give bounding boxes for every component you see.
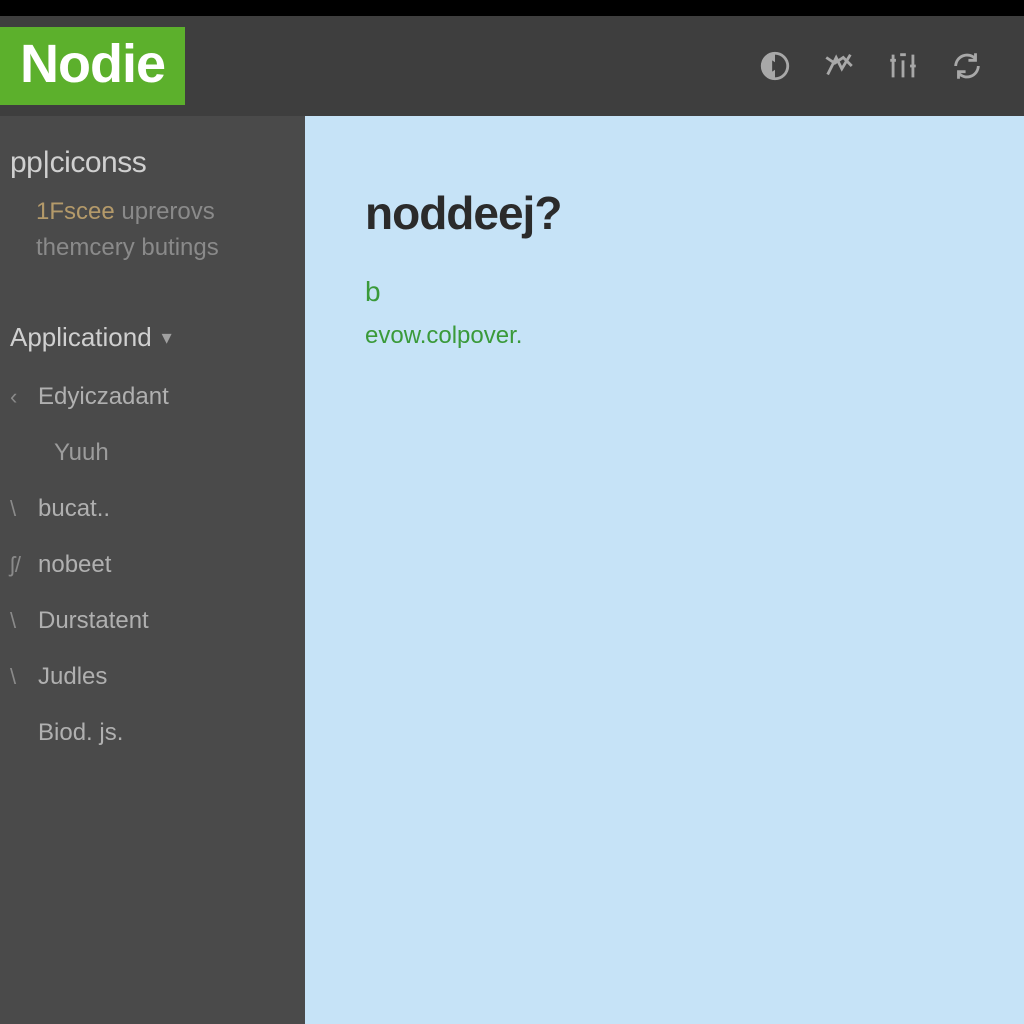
nav-marker-icon: \ bbox=[10, 608, 28, 634]
nav-item[interactable]: ‹ Edyiczadant bbox=[10, 383, 295, 411]
nav-item[interactable]: \ Durstatent bbox=[10, 607, 295, 635]
nav-item[interactable]: \ bucat.. bbox=[10, 495, 295, 523]
sidebar-subitem[interactable]: 1Fscee uprerovs bbox=[36, 198, 295, 226]
nav-label: Edyiczadant bbox=[38, 383, 169, 411]
tools-icon[interactable] bbox=[886, 49, 920, 83]
chevron-down-icon: ▾ bbox=[162, 325, 172, 350]
applications-dropdown[interactable]: Applicationd ▾ bbox=[10, 322, 295, 353]
subitem-text: themcery butings bbox=[36, 234, 219, 261]
play-icon[interactable] bbox=[758, 49, 792, 83]
main-content: noddeej? b evow.colpover. bbox=[305, 116, 1024, 1024]
settings-icon[interactable] bbox=[822, 49, 856, 83]
subitem-text: uprerovs bbox=[121, 198, 214, 225]
nav-item[interactable]: \ Judles bbox=[10, 663, 295, 691]
nav-marker-icon: ʃ/ bbox=[10, 552, 28, 578]
nav-label: bucat.. bbox=[38, 495, 110, 523]
nav-label: nobeet bbox=[38, 551, 111, 579]
dropdown-label: Applicationd bbox=[10, 322, 152, 353]
subitem-prefix: 1Fscee bbox=[36, 198, 115, 225]
nav-marker-icon: ‹ bbox=[10, 384, 28, 410]
code-line: evow.colpover. bbox=[365, 322, 984, 350]
app-window: Nodie pp|ciconss 1Fscee uprerovs bbox=[0, 16, 1024, 1024]
header-toolbar: Nodie bbox=[0, 16, 1024, 116]
nav-label: Durstatent bbox=[38, 607, 149, 635]
sidebar-section-title: pp|ciconss bbox=[10, 146, 295, 180]
nav-label: Biod. js. bbox=[38, 719, 123, 747]
toolbar-icons bbox=[758, 49, 984, 83]
page-title: noddeej? bbox=[365, 186, 984, 240]
sync-icon[interactable] bbox=[950, 49, 984, 83]
app-logo[interactable]: Nodie bbox=[0, 27, 185, 105]
nav-label: Judles bbox=[38, 663, 107, 691]
nav-label: Yuuh bbox=[54, 439, 109, 467]
nav-marker-icon: \ bbox=[10, 496, 28, 522]
nav-item[interactable]: Biod. js. bbox=[10, 719, 295, 747]
code-line: b bbox=[365, 276, 984, 308]
nav-item[interactable]: Yuuh bbox=[26, 439, 295, 467]
nav-marker-icon: \ bbox=[10, 664, 28, 690]
nav-item[interactable]: ʃ/ nobeet bbox=[10, 551, 295, 579]
sidebar-subitem[interactable]: themcery butings bbox=[36, 234, 295, 262]
body-area: pp|ciconss 1Fscee uprerovs themcery buti… bbox=[0, 116, 1024, 1024]
sidebar: pp|ciconss 1Fscee uprerovs themcery buti… bbox=[0, 116, 305, 1024]
